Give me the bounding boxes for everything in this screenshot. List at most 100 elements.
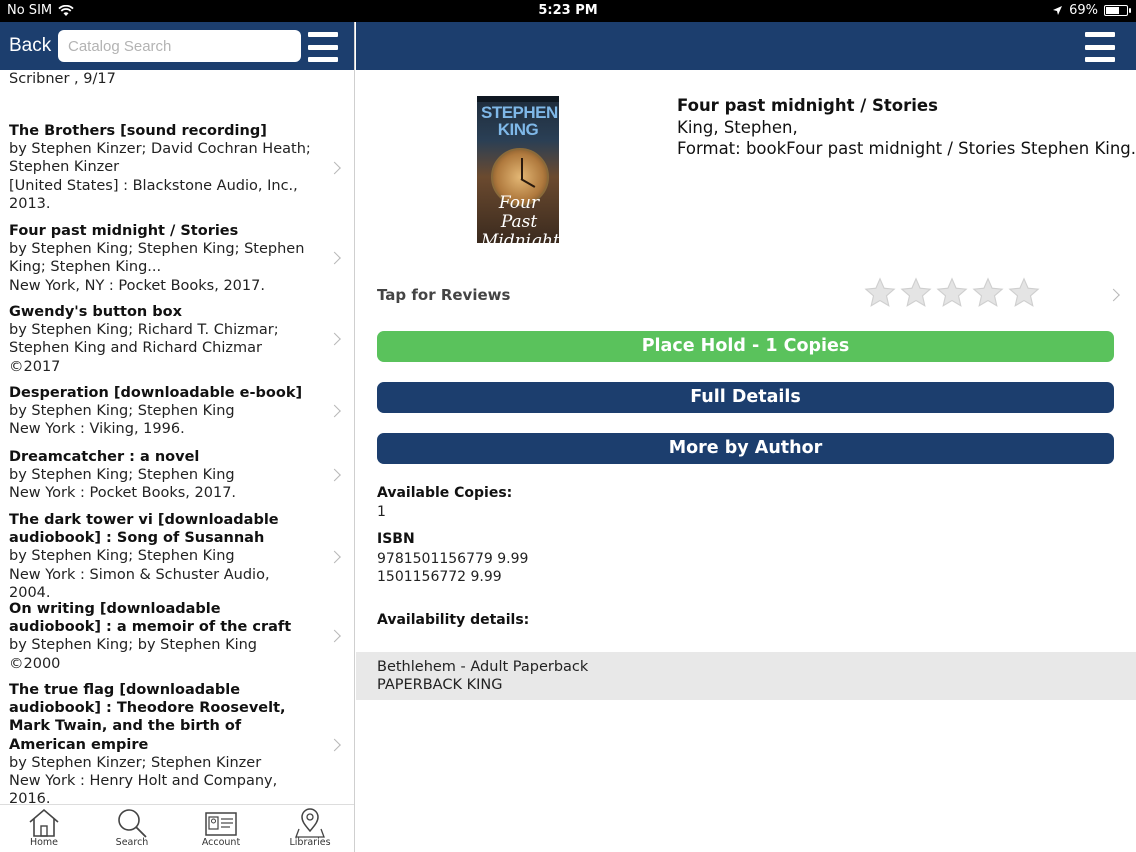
result-line: 2016. bbox=[9, 791, 51, 804]
result-title: On writing [downloadable audiobook] : a … bbox=[9, 601, 292, 636]
tab-search[interactable]: Search bbox=[97, 805, 167, 852]
results-pane: by Stephen KingScribner , 9/17The Brothe… bbox=[0, 22, 355, 852]
result-line: New York : Henry Holt and Company, bbox=[9, 773, 278, 790]
tab-search-label: Search bbox=[115, 837, 149, 848]
result-line: King; Stephen King... bbox=[9, 259, 162, 276]
right-menu-icon[interactable] bbox=[1085, 32, 1115, 62]
home-icon bbox=[29, 808, 59, 837]
search-icon bbox=[118, 809, 147, 838]
result-item[interactable]: Desperation [downloadable e-book] by Step… bbox=[0, 384, 354, 439]
result-line: by Stephen King; Stephen King bbox=[9, 548, 235, 565]
tab-home-label: Home bbox=[29, 837, 59, 848]
availability-location: Bethlehem - Adult Paperback bbox=[377, 659, 589, 675]
result-line: Stephen Kinzer bbox=[9, 159, 120, 176]
result-title: The true flag [downloadable audiobook] :… bbox=[9, 682, 286, 753]
result-line: New York : Pocket Books, 2017. bbox=[9, 485, 237, 502]
tab-home[interactable]: Home bbox=[9, 805, 79, 852]
isbn-value-2: 1501156772 9.99 bbox=[377, 569, 502, 585]
book-cover-image: STEPHEN KING Four Past Midnight bbox=[477, 96, 559, 243]
status-right: 69% bbox=[1052, 3, 1131, 18]
chevron-right-icon bbox=[328, 738, 341, 752]
left-menu-icon[interactable] bbox=[308, 32, 338, 62]
result-line: New York : Viking, 1996. bbox=[9, 421, 185, 438]
cover-title: Four Past Midnight bbox=[481, 193, 559, 244]
result-title: The dark tower vi [downloadable audioboo… bbox=[9, 512, 279, 547]
chevron-right-icon bbox=[328, 550, 341, 563]
book-title: Four past midnight / Stories bbox=[677, 96, 938, 115]
location-arrow-icon bbox=[1053, 6, 1063, 15]
result-title: Four past midnight / Stories bbox=[9, 223, 239, 239]
book-author: King, Stephen, bbox=[677, 118, 798, 137]
battery-icon bbox=[1104, 5, 1131, 16]
bottom-tab-bar: Home Search Account Libraries bbox=[0, 804, 354, 852]
result-item[interactable]: The true flag [downloadable audiobook] :… bbox=[0, 681, 354, 804]
back-button[interactable]: Back bbox=[9, 35, 51, 57]
map-pin-icon bbox=[295, 808, 325, 838]
place-hold-button[interactable]: Place Hold - 1 Copies bbox=[377, 331, 1114, 362]
star-icon bbox=[935, 276, 969, 310]
more-by-author-button[interactable]: More by Author bbox=[377, 433, 1114, 464]
result-title: Gwendy's button box bbox=[9, 304, 182, 320]
result-line: ©2000 bbox=[9, 655, 61, 672]
left-header: Back bbox=[0, 22, 354, 70]
result-line: by Stephen King; Stephen King bbox=[9, 467, 235, 484]
star-icon bbox=[971, 276, 1005, 310]
result-title: Dreamcatcher : a novel bbox=[9, 449, 200, 465]
result-line: [United States] : Blackstone Audio, Inc.… bbox=[9, 177, 298, 194]
chevron-right-icon bbox=[328, 252, 341, 265]
result-line: by Stephen King; by Stephen King bbox=[9, 637, 257, 654]
result-line: by Stephen Kinzer; Stephen Kinzer bbox=[9, 754, 262, 771]
chevron-right-icon bbox=[328, 404, 341, 418]
result-item[interactable]: On writing [downloadable audiobook] : a … bbox=[0, 600, 354, 673]
result-line: by Stephen Kinzer; David Cochran Heath; bbox=[9, 141, 311, 158]
availability-details-label: Availability details: bbox=[377, 612, 530, 628]
cover-author: STEPHEN KING bbox=[481, 103, 558, 139]
isbn-label: ISBN bbox=[377, 531, 415, 547]
account-card-icon bbox=[205, 812, 237, 836]
result-line: New York : Simon & Schuster Audio, 2004. bbox=[9, 566, 270, 601]
result-line: 2013. bbox=[9, 195, 51, 212]
book-format: Format: bookFour past midnight / Stories… bbox=[677, 139, 1136, 158]
rating-stars bbox=[863, 276, 1041, 310]
chevron-right-icon bbox=[328, 630, 341, 643]
result-item[interactable]: Gwendy's button box by Stephen King; Rich… bbox=[0, 303, 354, 376]
full-details-button[interactable]: Full Details bbox=[377, 382, 1114, 413]
result-line: Stephen King and Richard Chizmar bbox=[9, 340, 262, 357]
result-line: by Stephen King; Stephen King bbox=[9, 403, 235, 420]
available-copies-label: Available Copies: bbox=[377, 485, 513, 501]
result-item[interactable]: The Brothers [sound recording] by Stephen… bbox=[0, 122, 354, 213]
battery-fill bbox=[1106, 7, 1120, 14]
result-title: The Brothers [sound recording] bbox=[9, 123, 267, 139]
result-line: New York, NY : Pocket Books, 2017. bbox=[9, 277, 265, 294]
detail-pane: STEPHEN KING Four Past Midnight Four pas… bbox=[356, 22, 1136, 852]
reviews-label: Tap for Reviews bbox=[377, 286, 511, 304]
isbn-value-1: 9781501156779 9.99 bbox=[377, 551, 529, 567]
tab-account[interactable]: Account bbox=[186, 805, 256, 852]
star-icon bbox=[899, 276, 933, 310]
catalog-search-input[interactable] bbox=[58, 30, 301, 62]
result-line: by Stephen King; Richard T. Chizmar; bbox=[9, 322, 279, 339]
chevron-right-icon bbox=[328, 161, 341, 174]
tab-account-label: Account bbox=[201, 837, 241, 848]
right-header bbox=[356, 22, 1136, 70]
battery-percent: 69% bbox=[1069, 3, 1098, 18]
result-item[interactable]: Four past midnight / Stories by Stephen K… bbox=[0, 222, 354, 295]
tab-libraries-label: Libraries bbox=[289, 837, 331, 848]
results-list[interactable]: by Stephen KingScribner , 9/17The Brothe… bbox=[0, 60, 354, 804]
chevron-right-icon bbox=[328, 468, 341, 482]
star-icon bbox=[1007, 276, 1041, 310]
availability-call-number: PAPERBACK KING bbox=[377, 677, 503, 693]
result-item[interactable]: The dark tower vi [downloadable audioboo… bbox=[0, 511, 354, 602]
chevron-right-icon bbox=[328, 333, 341, 346]
status-time: 5:23 PM bbox=[538, 3, 598, 18]
result-item[interactable]: Dreamcatcher : a novel by Stephen King; S… bbox=[0, 448, 354, 503]
reviews-row[interactable]: Tap for Reviews bbox=[356, 272, 1136, 318]
star-icon bbox=[863, 276, 897, 310]
availability-row: Bethlehem - Adult Paperback PAPERBACK KI… bbox=[356, 652, 1136, 700]
result-line: Scribner , 9/17 bbox=[9, 71, 116, 88]
available-copies-value: 1 bbox=[377, 504, 386, 520]
tab-libraries[interactable]: Libraries bbox=[275, 805, 345, 852]
status-bar: No SIM 5:23 PM 69% bbox=[0, 0, 1136, 22]
result-line: by Stephen King; Stephen King; Stephen bbox=[9, 241, 305, 258]
chevron-right-icon bbox=[1107, 288, 1120, 302]
